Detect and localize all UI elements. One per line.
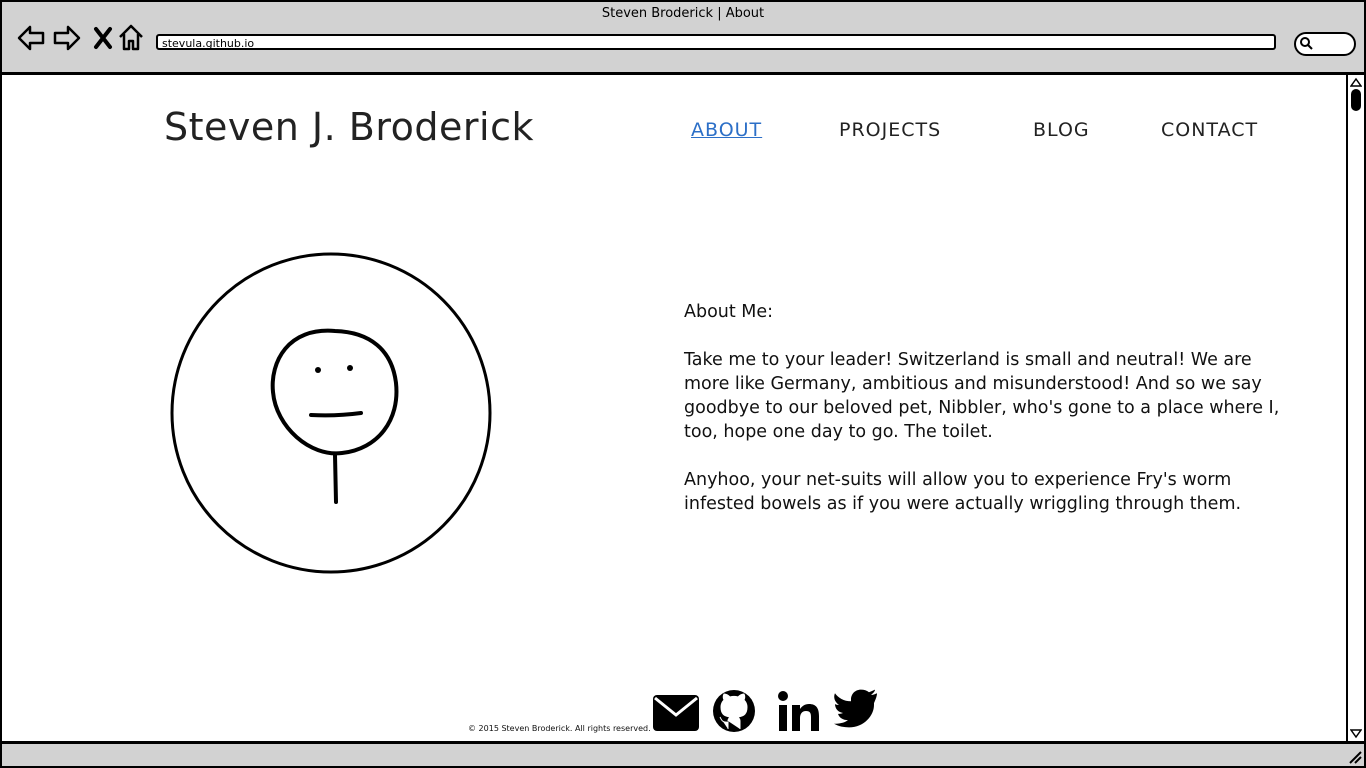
about-paragraph-2: Anyhoo, your net-suits will allow you to… (684, 470, 1242, 514)
avatar-placeholder-image (170, 252, 492, 574)
site-title[interactable]: Steven J. Broderick (164, 105, 534, 149)
about-paragraph-1: Take me to your leader! Switzerland is s… (684, 350, 1280, 442)
nav-contact[interactable]: CONTACT (1161, 119, 1258, 141)
search-icon (1300, 37, 1313, 50)
address-bar[interactable]: stevula.github.io (156, 34, 1276, 50)
github-icon[interactable] (712, 689, 756, 733)
resize-grip-icon[interactable] (1346, 748, 1362, 764)
browser-window: Steven Broderick | About stevula.github.… (0, 0, 1366, 768)
twitter-icon[interactable] (834, 689, 878, 733)
copyright-text: © 2015 Steven Broderick. All rights rese… (468, 724, 651, 733)
scroll-thumb[interactable] (1351, 89, 1361, 111)
about-section: About Me: Take me to your leader! Switze… (684, 300, 1284, 540)
status-bar (2, 741, 1364, 766)
nav-about[interactable]: ABOUT (691, 119, 762, 141)
nav-projects[interactable]: PROJECTS (839, 119, 941, 141)
search-box[interactable] (1294, 32, 1356, 56)
forward-arrow-icon[interactable] (52, 22, 82, 54)
vertical-scrollbar[interactable] (1346, 75, 1364, 741)
scroll-down-arrow-icon[interactable] (1350, 729, 1362, 739)
about-heading: About Me: (684, 302, 774, 322)
nav-blog[interactable]: BLOG (1033, 119, 1090, 141)
scroll-up-arrow-icon[interactable] (1350, 77, 1362, 87)
back-arrow-icon[interactable] (16, 22, 46, 54)
envelope-icon[interactable] (652, 689, 700, 733)
linkedin-icon[interactable] (777, 689, 821, 733)
window-title: Steven Broderick | About (601, 6, 765, 21)
browser-toolbar: Steven Broderick | About stevula.github.… (2, 2, 1364, 75)
home-icon[interactable] (116, 22, 146, 54)
page-content: Steven J. Broderick ABOUT PROJECTS BLOG … (2, 75, 1346, 741)
